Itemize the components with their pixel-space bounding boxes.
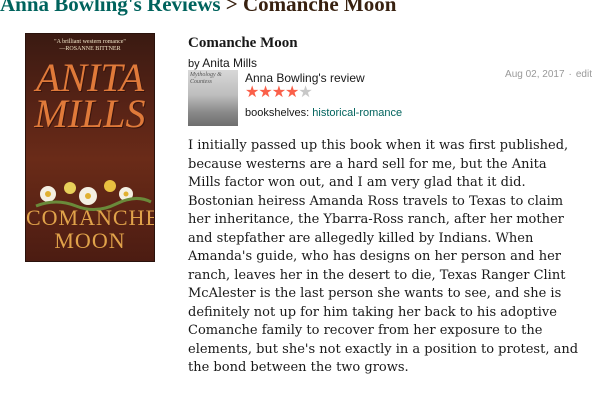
book-byline: by Anita Mills (188, 56, 257, 70)
book-cover[interactable]: "A brilliant western romance" —ROSANNE B… (25, 33, 155, 262)
reviewer-avatar[interactable]: Mythology & Countess (188, 70, 238, 126)
review-text: I initially passed up this book when it … (188, 138, 579, 375)
review-date: Aug 02, 2017 (505, 69, 565, 80)
star-filled-icon: ★ (258, 84, 272, 101)
shelf-link-historical-romance[interactable]: historical-romance (312, 107, 402, 119)
review-meta: Aug 02, 2017 · edit (505, 69, 592, 80)
cover-author: ANITA MILLS (26, 58, 154, 136)
star-rating: ★★★★★ (245, 84, 313, 102)
cover-blurb: "A brilliant western romance" —ROSANNE B… (30, 39, 150, 53)
cover-title: COMANCHE MOON (26, 206, 154, 252)
breadcrumb-reviews-link[interactable]: Anna Bowling's Reviews (0, 0, 221, 16)
cover-title-line2: MOON (54, 228, 126, 253)
cover-blurb-attribution: —ROSANNE BITTNER (59, 46, 121, 52)
cover-blurb-quote: "A brilliant western romance" (54, 39, 126, 45)
bookshelves-label: bookshelves: (245, 107, 310, 119)
meta-separator: · (568, 69, 572, 80)
star-filled-icon: ★ (285, 84, 299, 101)
author-link[interactable]: Anita Mills (202, 56, 257, 70)
reviewer-name-link[interactable]: Anna Bowling's review (245, 71, 365, 85)
breadcrumb-current-title: Comanche Moon (243, 0, 397, 16)
by-label: by (188, 58, 200, 70)
breadcrumb: Anna Bowling's Reviews > Comanche Moon (0, 0, 396, 18)
avatar-caption: Mythology & Countess (190, 72, 222, 85)
breadcrumb-separator: > (225, 0, 238, 16)
star-empty-icon: ★ (298, 84, 312, 101)
bookshelves: bookshelves: historical-romance (245, 107, 402, 119)
cover-author-last: MILLS (34, 91, 146, 136)
star-filled-icon: ★ (271, 84, 286, 101)
edit-link[interactable]: edit (576, 69, 592, 80)
star-filled-icon: ★ (245, 84, 259, 101)
cover-title-line1: COMANCHE (26, 205, 155, 230)
book-title[interactable]: Comanche Moon (188, 35, 298, 52)
